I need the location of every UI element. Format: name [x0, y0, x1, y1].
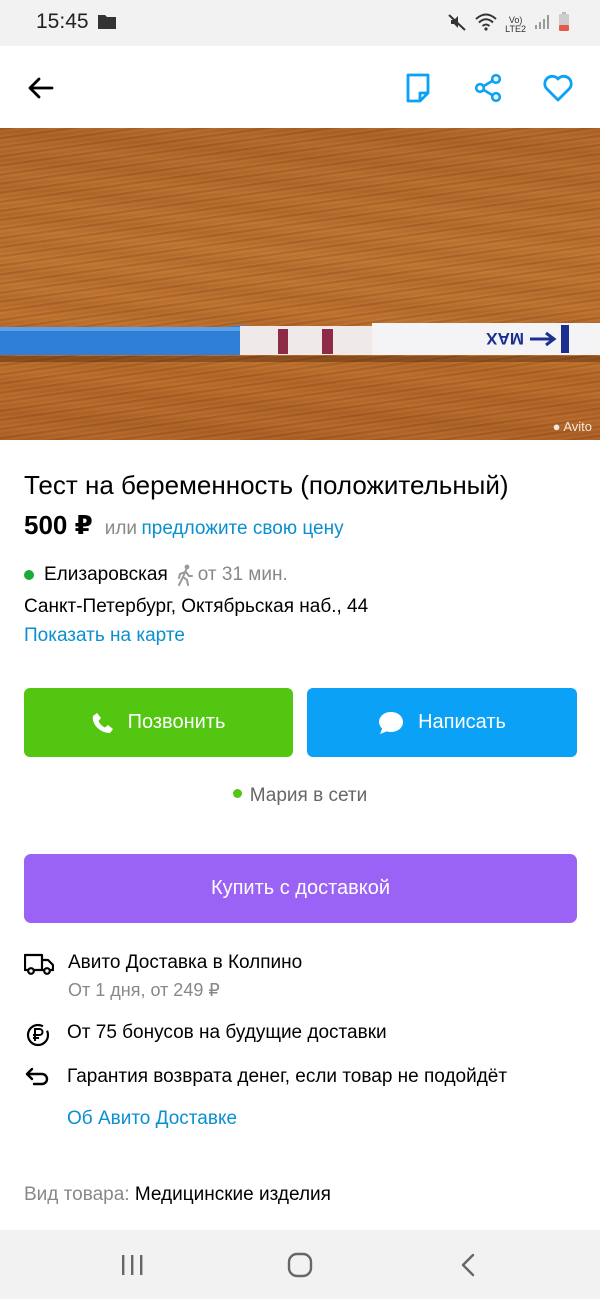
status-bar: 15:45 Vo) LTE2: [0, 0, 600, 46]
app-bar: [0, 46, 600, 128]
wifi-icon: [475, 13, 497, 36]
status-time: 15:45: [36, 10, 89, 33]
phone-icon: [92, 712, 113, 733]
delivery-row: Авито Доставка в Колпино От 1 дня, от 24…: [23, 952, 303, 1001]
walk-icon: [176, 564, 194, 586]
favorite-button[interactable]: [538, 68, 578, 108]
bonus-row: От 75 бонусов на будущие доставки: [24, 1022, 387, 1053]
strip-max-text: MAX: [486, 329, 524, 348]
write-label: Написать: [418, 711, 506, 733]
metro-row: Елизаровская от 31 мин.: [24, 564, 288, 586]
signal-icon: [534, 14, 550, 35]
network-label: LTE2: [505, 23, 526, 34]
home-button[interactable]: [280, 1248, 320, 1282]
avito-watermark: ● Avito: [553, 419, 592, 434]
test-strip-image: MAX: [0, 323, 600, 362]
listing-title: Тест на беременность (положительный): [24, 470, 509, 500]
bonus-text: От 75 бонусов на будущие доставки: [67, 1022, 387, 1043]
price-or: или: [104, 518, 138, 539]
return-arrow-icon: [24, 1066, 52, 1093]
chevron-left-icon: [461, 1253, 475, 1277]
watermark-text: Avito: [563, 419, 592, 434]
back-button[interactable]: [20, 68, 60, 108]
status-icons: Vo) LTE2: [447, 12, 570, 37]
truck-icon: [23, 952, 55, 981]
mute-icon: [447, 12, 467, 37]
seller-online-status: Мария в сети: [0, 785, 600, 807]
note-icon: [406, 73, 430, 103]
buy-label: Купить с доставкой: [210, 877, 391, 899]
price-value: 500 ₽: [24, 510, 93, 540]
online-text: Мария в сети: [249, 785, 368, 806]
lte-indicator: Vo) LTE2: [505, 15, 526, 34]
note-button[interactable]: [398, 68, 438, 108]
category-key: Вид товара:: [24, 1184, 130, 1205]
walk-time: от 31 мин.: [197, 564, 288, 585]
call-button[interactable]: Позвонить: [24, 688, 293, 757]
system-nav-bar: [0, 1230, 600, 1299]
chat-icon: [379, 711, 404, 734]
recent-apps-icon: [122, 1255, 143, 1275]
recent-apps-button[interactable]: [112, 1248, 152, 1282]
offer-price-link[interactable]: предложите свою цену: [141, 518, 343, 539]
metro-station: Елизаровская: [44, 564, 168, 585]
write-button[interactable]: Написать: [307, 688, 577, 757]
metro-line-dot: [24, 570, 34, 580]
call-label: Позвонить: [127, 711, 226, 733]
folder-icon: [98, 14, 116, 34]
delivery-title: Авито Доставка в Колпино: [68, 952, 303, 973]
watermark-icon: ●: [552, 419, 561, 434]
online-dot: [232, 789, 242, 799]
heart-icon: [543, 74, 573, 102]
category-row: Вид товара: Медицинские изделия: [24, 1184, 331, 1206]
price-row: 500 ₽ или предложите свою цену: [24, 510, 344, 541]
address: Санкт-Петербург, Октябрьская наб., 44: [24, 596, 369, 617]
show-on-map-link[interactable]: Показать на карте: [24, 625, 185, 647]
guarantee-row: Гарантия возврата денег, если товар не п…: [24, 1066, 507, 1093]
listing-photo[interactable]: MAX ● Avito: [0, 128, 600, 440]
buy-with-delivery-button[interactable]: Купить с доставкой: [24, 854, 577, 923]
guarantee-text: Гарантия возврата денег, если товар не п…: [67, 1066, 508, 1087]
system-back-button[interactable]: [448, 1248, 488, 1282]
ruble-coin-icon: [24, 1022, 52, 1053]
delivery-subtitle: От 1 дня, от 249 ₽: [68, 980, 220, 1000]
back-arrow-icon: [28, 77, 54, 99]
about-avito-delivery-link[interactable]: Об Авито Доставке: [67, 1108, 237, 1130]
battery-icon: [558, 12, 570, 37]
home-icon: [287, 1252, 313, 1278]
share-icon: [474, 73, 502, 103]
share-button[interactable]: [468, 68, 508, 108]
category-value: Медицинские изделия: [134, 1184, 331, 1205]
